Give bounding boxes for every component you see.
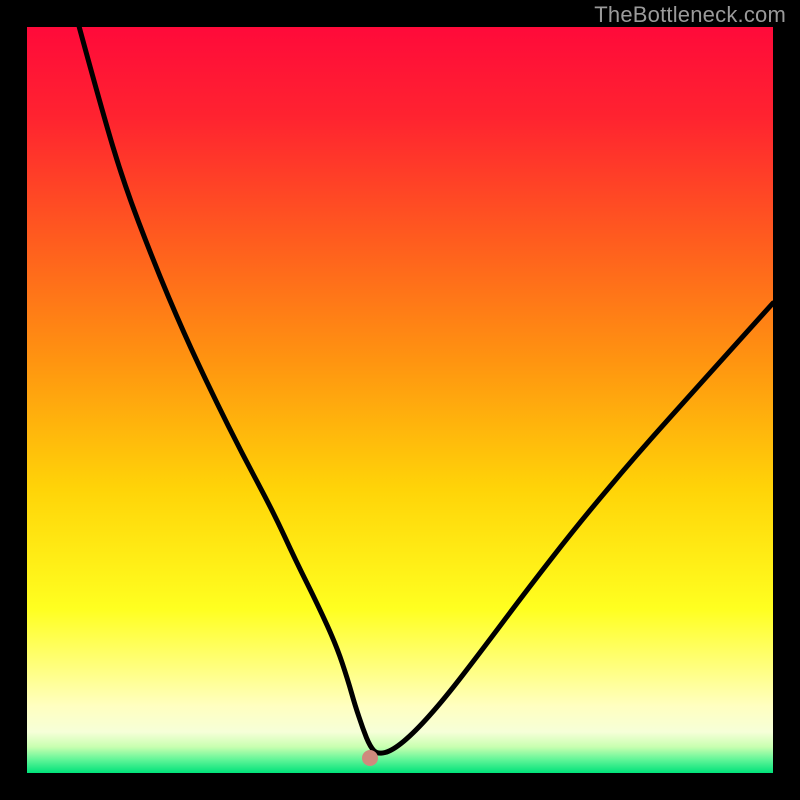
highlight-marker	[362, 750, 378, 766]
watermark-text: TheBottleneck.com	[594, 2, 786, 28]
bottleneck-curve	[27, 27, 773, 773]
chart-frame: TheBottleneck.com	[0, 0, 800, 800]
plot-area	[27, 27, 773, 773]
